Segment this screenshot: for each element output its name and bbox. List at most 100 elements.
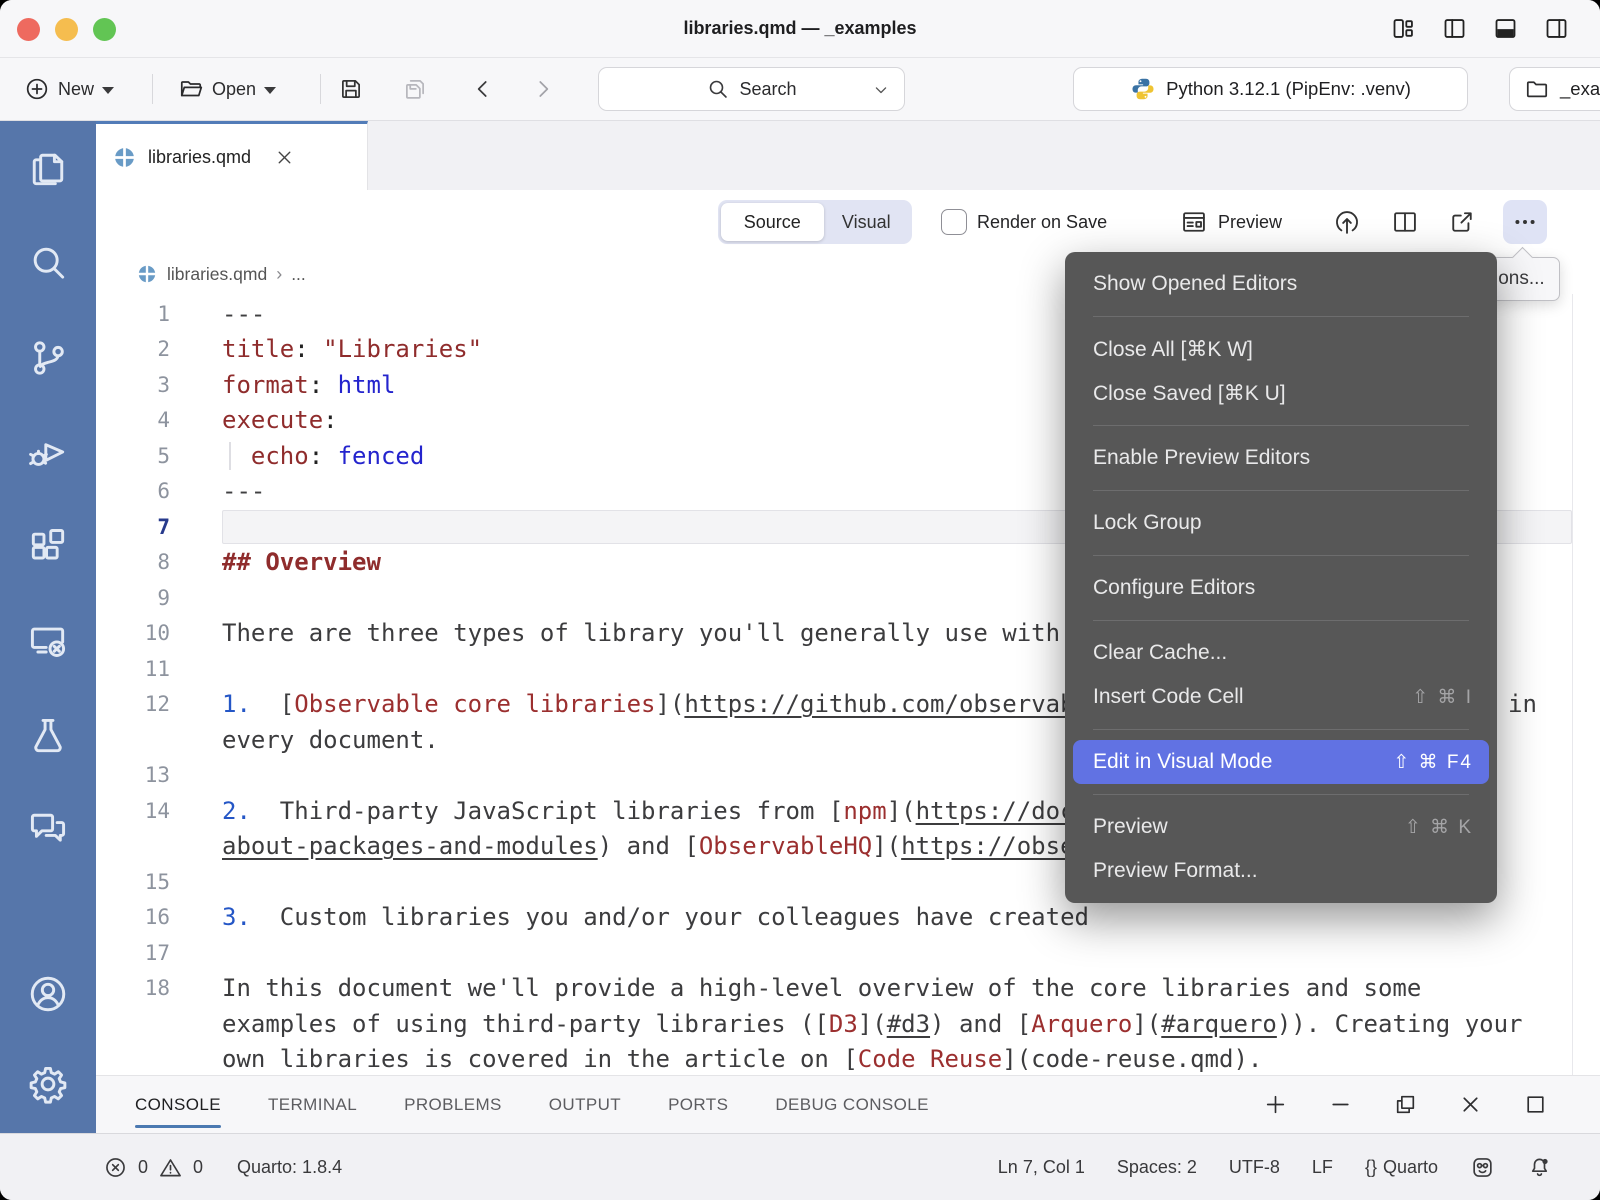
menu-separator [1093, 555, 1469, 556]
split-editor-button[interactable] [1391, 190, 1419, 254]
plus-icon[interactable] [1263, 1092, 1288, 1117]
project-selector[interactable]: _examples [1509, 67, 1600, 111]
account-icon[interactable] [26, 972, 70, 1016]
code-line-wrap[interactable]: own libraries is covered in the article … [96, 1042, 1600, 1078]
layout-right-icon[interactable] [1543, 15, 1570, 42]
chevron-down-icon[interactable] [871, 80, 891, 100]
quarto-version[interactable]: Quarto: 1.8.4 [237, 1157, 342, 1178]
encoding[interactable]: UTF-8 [1229, 1157, 1280, 1178]
render-on-save-control[interactable]: Render on Save [941, 190, 1107, 254]
panel-tab-terminal[interactable]: TERMINAL [268, 1076, 357, 1133]
end-of-line[interactable]: LF [1312, 1157, 1333, 1178]
menu-item-preview[interactable]: Preview⇧ ⌘ K [1065, 805, 1497, 849]
folder-open-icon [178, 76, 204, 102]
forward-button[interactable] [530, 58, 556, 120]
line-number: 1 [96, 296, 170, 332]
menu-item-enable-preview-editors[interactable]: Enable Preview Editors [1065, 436, 1497, 480]
publish-button[interactable] [1333, 190, 1361, 254]
panel-tab-debug-console[interactable]: DEBUG CONSOLE [775, 1076, 929, 1133]
code-line-content: --- [222, 474, 265, 510]
testing-icon[interactable] [26, 714, 70, 758]
line-number: 16 [96, 900, 170, 936]
tab-label: libraries.qmd [148, 147, 251, 168]
code-line-content: every document. [222, 722, 439, 758]
comments-icon[interactable] [26, 807, 70, 851]
split-editor-icon [1391, 208, 1419, 236]
remote-sessions-icon[interactable] [26, 619, 70, 663]
save-button[interactable] [338, 58, 364, 120]
error-icon[interactable] [103, 1155, 128, 1180]
code-line-content: --- [222, 296, 265, 332]
settings-icon[interactable] [26, 1062, 70, 1106]
warning-count[interactable]: 0 [193, 1157, 203, 1178]
render-on-save-checkbox[interactable] [941, 209, 967, 235]
close-x-icon[interactable] [1458, 1092, 1483, 1117]
minus-icon[interactable] [1328, 1092, 1353, 1117]
line-number: 8 [96, 545, 170, 581]
render-on-save-label: Render on Save [977, 212, 1107, 233]
tab-strip: libraries.qmd [96, 121, 1600, 191]
ellipsis-icon [1511, 208, 1539, 236]
warning-icon[interactable] [158, 1155, 183, 1180]
panel-tab-output[interactable]: OUTPUT [549, 1076, 621, 1133]
menu-item-lock-group[interactable]: Lock Group [1065, 501, 1497, 545]
breadcrumb-chevron-icon: › [276, 264, 282, 285]
menu-item-close-all-k-w[interactable]: Close All [⌘K W] [1065, 327, 1497, 371]
editor-actions-menu: Show Opened Editors Close All [⌘K W]Close… [1065, 252, 1497, 903]
visual-mode-button[interactable]: Visual [824, 212, 909, 233]
breadcrumb-file[interactable]: libraries.qmd [167, 264, 267, 285]
error-count[interactable]: 0 [138, 1157, 148, 1178]
back-button[interactable] [470, 58, 496, 120]
preview-button[interactable]: Preview [1180, 190, 1282, 254]
source-mode-button[interactable]: Source [721, 203, 824, 241]
explorer-icon[interactable] [26, 147, 70, 191]
indentation[interactable]: Spaces: 2 [1117, 1157, 1197, 1178]
open-button[interactable]: Open [178, 58, 276, 120]
code-line[interactable]: 163. Custom libraries you and/or your co… [96, 900, 1600, 936]
breadcrumb-ellipsis[interactable]: ... [291, 264, 306, 285]
cursor-position[interactable]: Ln 7, Col 1 [998, 1157, 1085, 1178]
extensions-icon[interactable] [26, 525, 70, 569]
layout-custom-icon[interactable] [1390, 15, 1417, 42]
panel-tab-problems[interactable]: PROBLEMS [404, 1076, 502, 1133]
menu-item-close-saved-k-u[interactable]: Close Saved [⌘K U] [1065, 371, 1497, 415]
menu-item-clear-cache[interactable]: Clear Cache... [1065, 631, 1497, 675]
tab-libraries-qmd[interactable]: libraries.qmd [96, 121, 368, 191]
layout-bottom-icon[interactable] [1492, 15, 1519, 42]
folder-icon [1524, 76, 1550, 102]
new-button-label: New [58, 79, 94, 100]
source-control-icon[interactable] [26, 336, 70, 380]
menu-item-label: Insert Code Cell [1093, 685, 1244, 709]
search-input[interactable]: Search [598, 67, 905, 111]
save-all-button[interactable] [402, 58, 428, 120]
panel-tab-console[interactable]: CONSOLE [135, 1076, 221, 1133]
menu-item-configure-editors[interactable]: Configure Editors [1065, 566, 1497, 610]
code-line[interactable]: 17 [96, 935, 1600, 971]
menu-item-edit-in-visual-mode[interactable]: Edit in Visual Mode⇧ ⌘ F4 [1073, 740, 1489, 784]
panel-tabs: CONSOLE TERMINAL PROBLEMS OUTPUT PORTS DEBUG … [135, 1076, 929, 1133]
panel-tab-ports[interactable]: PORTS [668, 1076, 728, 1133]
line-number: 6 [96, 474, 170, 510]
open-in-new-window-button[interactable] [1448, 190, 1476, 254]
interpreter-selector[interactable]: Python 3.12.1 (PipEnv: .venv) [1073, 67, 1468, 111]
menu-item-insert-code-cell[interactable]: Insert Code Cell⇧ ⌘ I [1065, 675, 1497, 719]
close-tab-icon[interactable] [274, 147, 295, 168]
menu-item-preview-format[interactable]: Preview Format... [1065, 849, 1497, 893]
run-debug-icon[interactable] [26, 430, 70, 474]
menu-item-show-opened-editors[interactable]: Show Opened Editors [1065, 262, 1497, 306]
layout-left-icon[interactable] [1441, 15, 1468, 42]
restore-icon[interactable] [1393, 1092, 1418, 1117]
more-actions-button[interactable] [1503, 200, 1547, 244]
notifications-bell-icon[interactable] [1527, 1155, 1552, 1180]
maximize-icon[interactable] [1523, 1092, 1548, 1117]
search-icon[interactable] [26, 241, 70, 285]
feedback-icon[interactable] [1470, 1155, 1495, 1180]
language-mode[interactable]: {} Quarto [1365, 1157, 1438, 1178]
open-button-label: Open [212, 79, 256, 100]
code-line[interactable]: 18In this document we'll provide a high-… [96, 971, 1600, 1007]
line-number: 15 [96, 864, 170, 900]
code-line-wrap[interactable]: examples of using third-party libraries … [96, 1006, 1600, 1042]
save-all-icon [402, 76, 428, 102]
new-button[interactable]: New [24, 58, 114, 120]
language-label: Quarto [1383, 1157, 1438, 1178]
